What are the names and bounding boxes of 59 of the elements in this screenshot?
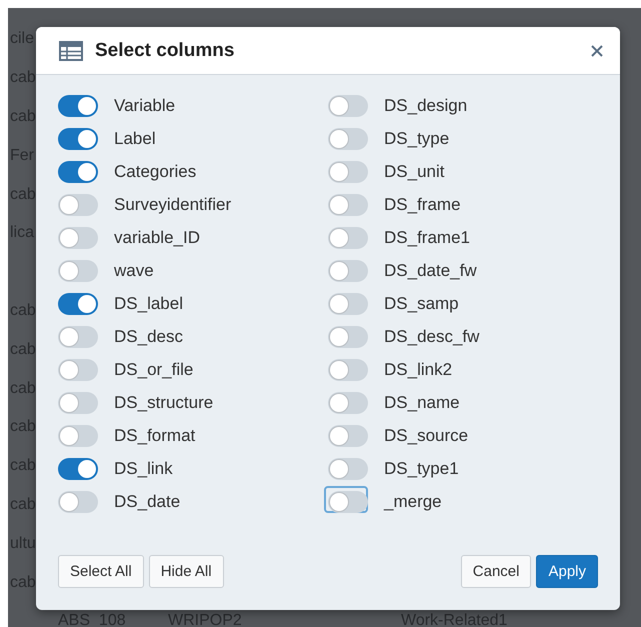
toggle-switch[interactable]	[328, 458, 368, 480]
column-label: DS_frame1	[384, 228, 470, 248]
cancel-button[interactable]: Cancel	[460, 555, 532, 588]
toggle-switch[interactable]	[58, 458, 98, 480]
column-label: variable_ID	[114, 228, 200, 248]
column-label: DS_unit	[384, 162, 444, 182]
column-label: DS_frame	[384, 194, 461, 214]
column-label: DS_name	[384, 392, 460, 412]
column-label: DS_samp	[384, 294, 459, 314]
table-icon	[59, 40, 83, 60]
column-label: DS_or_file	[114, 360, 194, 380]
toggle-switch[interactable]	[328, 194, 368, 216]
toggle-switch[interactable]	[328, 260, 368, 282]
toggle-switch[interactable]	[58, 128, 98, 150]
toggle-switch[interactable]	[58, 292, 98, 314]
toggle-switch[interactable]	[58, 392, 98, 414]
column-label: DS_desc	[114, 326, 183, 346]
toggle-switch[interactable]	[328, 392, 368, 414]
column-label: DS_type	[384, 128, 450, 148]
toggle-switch[interactable]	[328, 326, 368, 348]
toggle-switch[interactable]	[58, 424, 98, 446]
column-label: Label	[114, 128, 156, 148]
close-icon[interactable]	[590, 44, 604, 58]
column-label: DS_label	[114, 294, 183, 314]
column-label: wave	[114, 260, 154, 280]
toggle-switch[interactable]	[328, 94, 368, 116]
column-label: Categories	[114, 162, 196, 182]
toggle-switch[interactable]	[328, 128, 368, 150]
column-label: DS_design	[384, 96, 468, 116]
toggle-switch[interactable]	[58, 490, 98, 512]
column-label: _merge	[384, 492, 442, 512]
column-label: DS_link	[114, 458, 173, 478]
column-label: DS_date	[114, 492, 180, 512]
toggle-switch[interactable]	[58, 260, 98, 282]
footer-button[interactable]: Select All	[58, 555, 144, 588]
toggle-switch[interactable]	[58, 94, 98, 116]
column-label: Variable	[114, 96, 176, 116]
toggle-switch[interactable]	[328, 358, 368, 380]
dialog-title: Select columns	[95, 40, 236, 62]
toggle-switch[interactable]	[58, 160, 98, 182]
toggle-switch[interactable]	[328, 160, 368, 182]
column-label: DS_type1	[384, 458, 459, 478]
toggle-switch[interactable]	[328, 226, 368, 248]
column-label: DS_format	[114, 426, 196, 446]
toggle-switch[interactable]	[58, 358, 98, 380]
toggle-switch[interactable]	[58, 194, 98, 216]
footer-button[interactable]: Hide All	[148, 555, 224, 588]
toggle-switch[interactable]	[328, 490, 368, 512]
toggle-switch[interactable]	[328, 424, 368, 446]
column-label: DS_source	[384, 426, 468, 446]
column-label: DS_structure	[114, 392, 214, 412]
toggle-switch[interactable]	[58, 326, 98, 348]
column-label: DS_date_fw	[384, 260, 477, 280]
column-label: Surveyidentifier	[114, 194, 232, 214]
toggle-switch[interactable]	[58, 226, 98, 248]
column-label: DS_desc_fw	[384, 326, 480, 346]
apply-button[interactable]: Apply	[536, 555, 598, 588]
toggle-switch[interactable]	[328, 292, 368, 314]
column-label: DS_link2	[384, 360, 452, 380]
